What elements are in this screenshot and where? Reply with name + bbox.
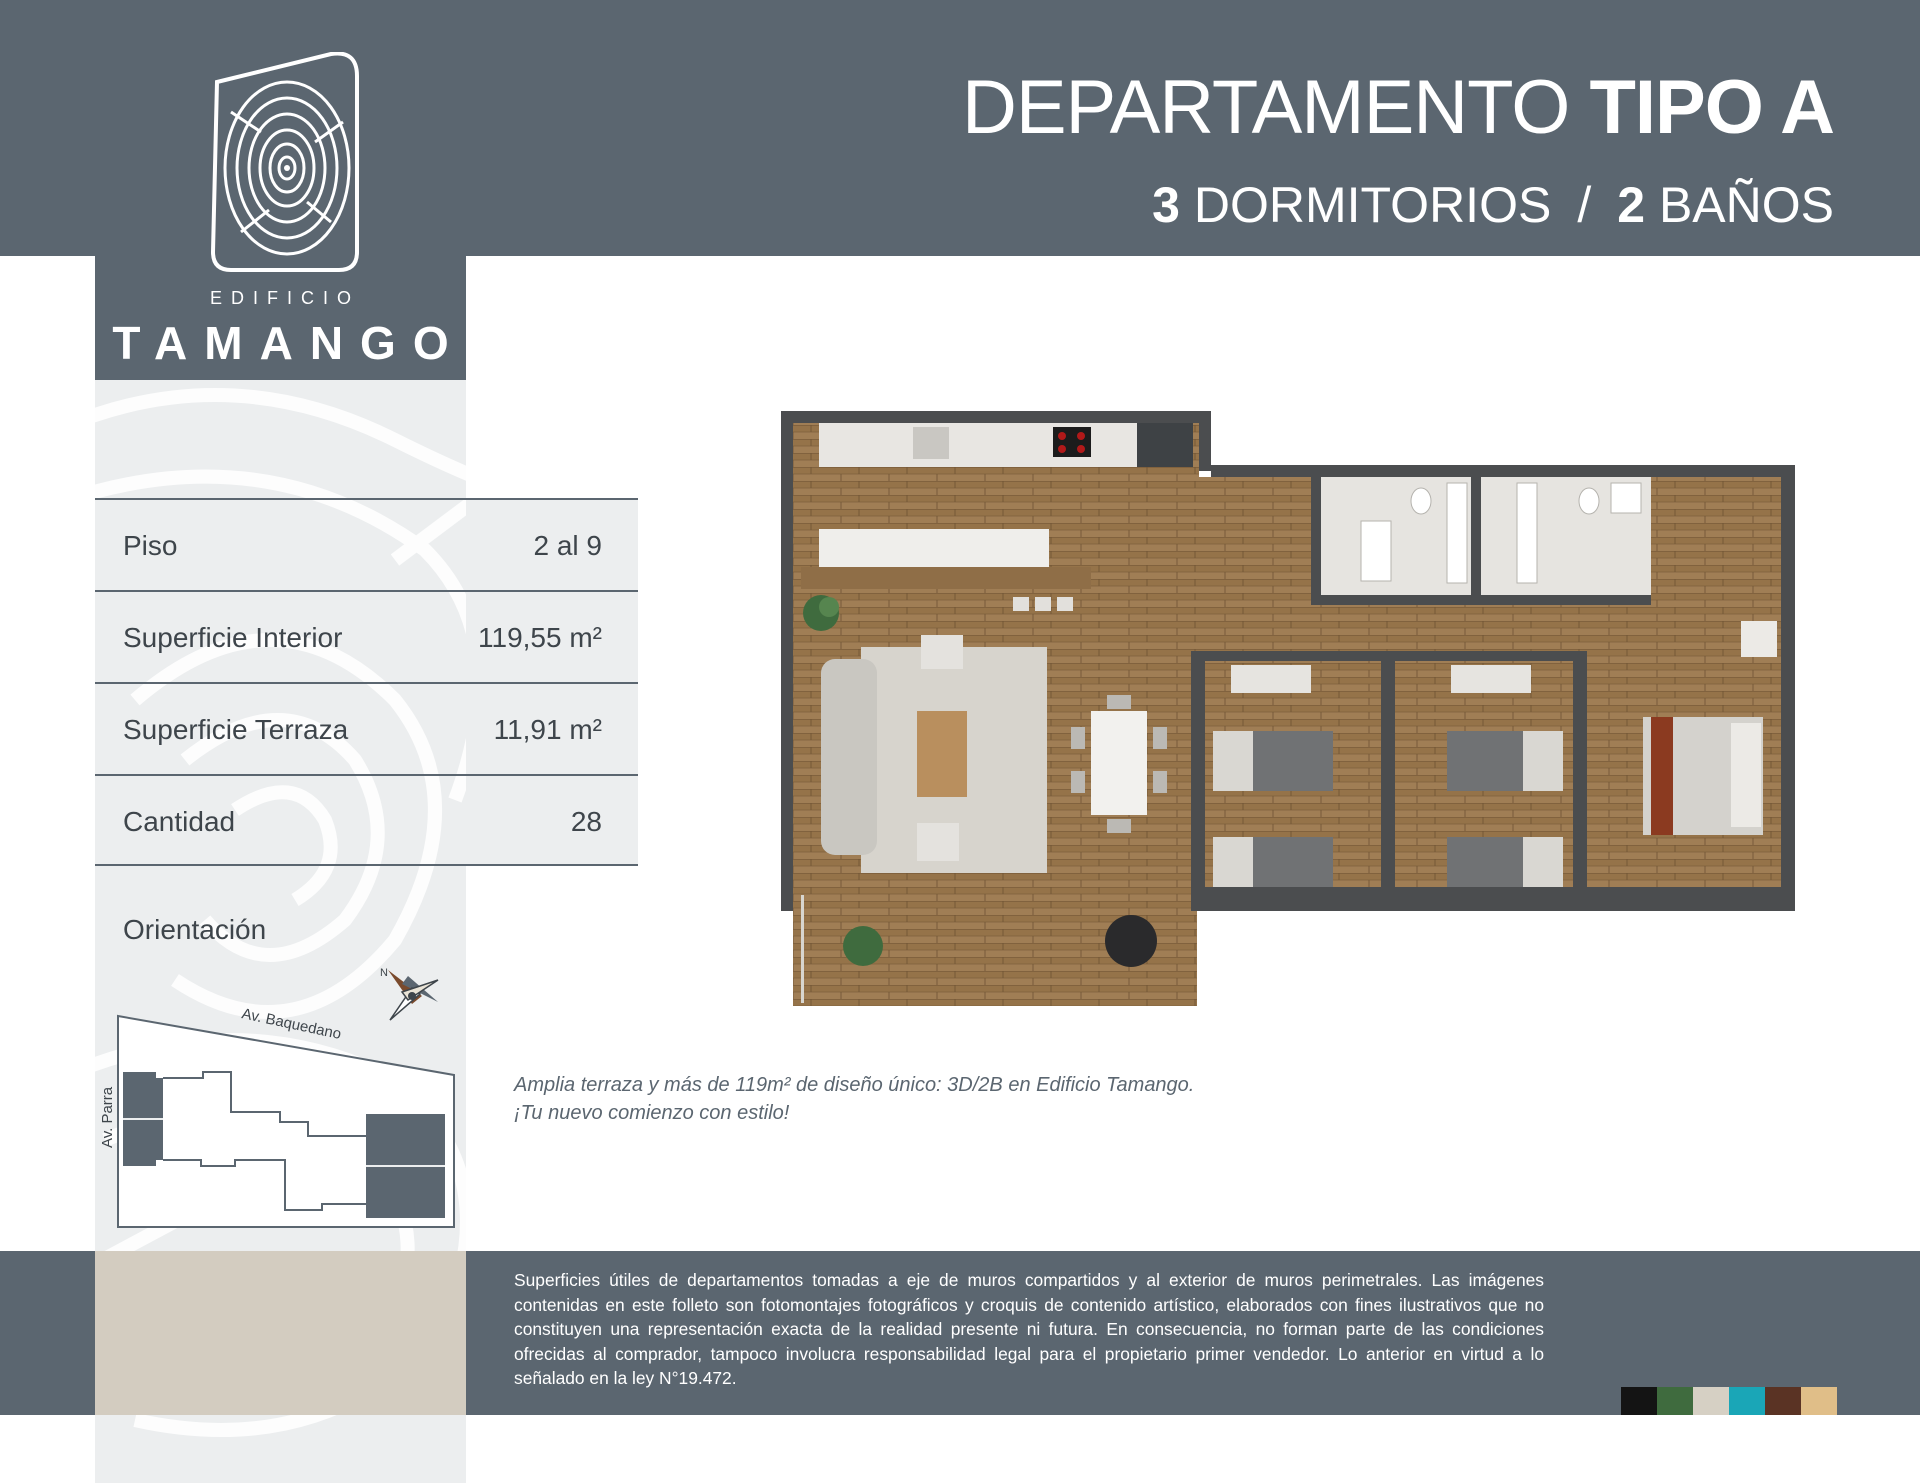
spec-label: Piso (123, 530, 178, 561)
title-light: DEPARTAMENTO (961, 65, 1570, 150)
floor-plan-render (781, 411, 1795, 1006)
specs-table: Piso 2 al 9 Superficie Interior 119,55 m… (95, 498, 638, 866)
spec-value: 28 (570, 806, 602, 837)
spec-value: 119,55 m² (478, 622, 602, 653)
swatch-cyan (1729, 1387, 1765, 1415)
swatch-stone (1693, 1387, 1729, 1415)
unit-summary: 3 DORMITORIOS / 2 BAÑOS (1152, 180, 1834, 230)
street-label-baquedano: Av. Baquedano (240, 1005, 343, 1043)
bathrooms-label: BAÑOS (1658, 177, 1834, 233)
caption-line-1: Amplia terraza y más de 119m² de diseño … (514, 1074, 1195, 1096)
promo-caption: Amplia terraza y más de 119m² de diseño … (514, 1071, 1274, 1127)
footer-beige-block (95, 1251, 466, 1415)
logo-block: EDIFICIO TAMANGO (95, 0, 466, 380)
spec-row-piso: Piso 2 al 9 (95, 498, 638, 590)
color-palette (1621, 1387, 1837, 1415)
bedrooms-label: DORMITORIOS (1193, 177, 1552, 233)
page-title: DEPARTAMENTO TIPO A (962, 70, 1835, 146)
spec-label: Superficie Interior (123, 622, 343, 653)
tree-ring-logo-icon (211, 52, 359, 272)
swatch-black (1621, 1387, 1657, 1415)
swatch-green (1657, 1387, 1693, 1415)
spec-value: 11,91 m² (493, 714, 602, 745)
summary-separator: / (1577, 177, 1592, 233)
spec-row-superficie-terraza: Superficie Terraza 11,91 m² (95, 682, 638, 774)
spec-label: Cantidad (123, 806, 236, 837)
swatch-sand (1801, 1387, 1837, 1415)
title-bold: TIPO A (1589, 65, 1835, 150)
row-fill (466, 776, 638, 864)
swatch-brown (1765, 1387, 1801, 1415)
spec-row-cantidad: Cantidad 28 (95, 774, 638, 866)
site-plan: Av. Baquedano Av. Parra (99, 1005, 455, 1228)
bathrooms-count: 2 (1617, 177, 1646, 233)
spec-label: Superficie Terraza (123, 714, 349, 745)
logo-subtitle: EDIFICIO (209, 288, 360, 308)
bedrooms-count: 3 (1152, 177, 1180, 233)
spec-row-superficie-interior: Superficie Interior 119,55 m² (95, 590, 638, 682)
orientation-label: Orientación (123, 914, 267, 945)
legal-disclaimer: Superficies útiles de departamentos toma… (514, 1270, 1544, 1388)
brochure-page: DEPARTAMENTO TIPO A 3 DORMITORIOS / 2 BAÑO… (0, 0, 1920, 1483)
caption-line-2: ¡Tu nuevo comienzo con estilo! (514, 1102, 790, 1124)
logo-name: TAMANGO (112, 317, 466, 369)
spec-value: 2 al 9 (533, 530, 603, 561)
street-label-parra: Av. Parra (99, 1086, 116, 1148)
